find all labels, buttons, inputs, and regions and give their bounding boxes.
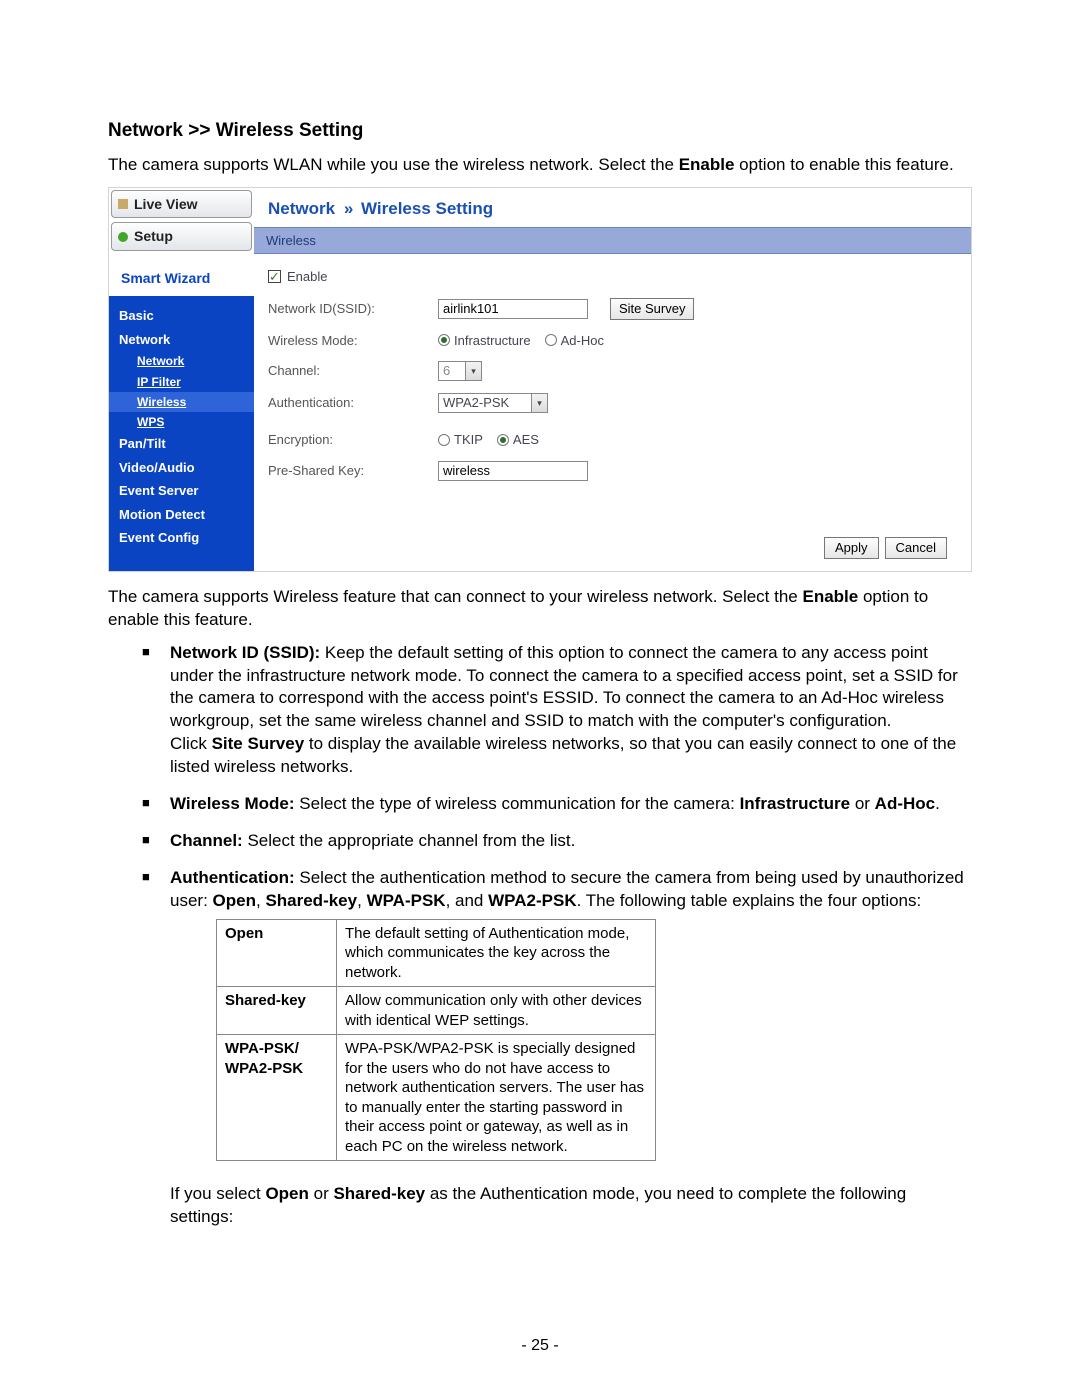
nav-pantilt[interactable]: Pan/Tilt xyxy=(109,432,254,456)
nav-eventconfig[interactable]: Event Config xyxy=(109,526,254,550)
auth-select[interactable]: WPA2-PSK▾ xyxy=(438,393,548,413)
breadcrumb: Network » Wireless Setting xyxy=(254,188,971,227)
chevron-down-icon: ▾ xyxy=(531,394,547,412)
cancel-button[interactable]: Cancel xyxy=(885,537,947,559)
table-cell: Open xyxy=(217,919,337,987)
nav-sub-network[interactable]: Network xyxy=(109,351,254,371)
enc-tkip-radio[interactable]: TKIP xyxy=(438,431,483,449)
chevron-down-icon: ▾ xyxy=(465,362,481,380)
nav-videoaudio[interactable]: Video/Audio xyxy=(109,456,254,480)
gear-icon xyxy=(118,232,128,242)
setup-button[interactable]: Setup xyxy=(111,222,252,251)
auth-table: Open The default setting of Authenticati… xyxy=(216,919,656,1162)
section-bar: Wireless xyxy=(254,227,971,255)
nav-motiondetect[interactable]: Motion Detect xyxy=(109,503,254,527)
psk-input[interactable] xyxy=(438,461,588,481)
psk-label: Pre-Shared Key: xyxy=(268,462,438,480)
ssid-label: Network ID(SSID): xyxy=(268,300,438,318)
nav-sub-ipfilter[interactable]: IP Filter xyxy=(109,372,254,392)
enable-checkbox[interactable] xyxy=(268,270,281,283)
mode-adhoc-radio[interactable]: Ad-Hoc xyxy=(545,332,604,350)
smart-wizard-link[interactable]: Smart Wizard xyxy=(109,253,254,296)
table-cell: Shared-key xyxy=(217,987,337,1035)
list-item: Wireless Mode: Select the type of wirele… xyxy=(142,793,972,830)
enc-aes-radio[interactable]: AES xyxy=(497,431,539,449)
ssid-input[interactable] xyxy=(438,299,588,319)
camera-icon xyxy=(118,199,128,209)
table-cell: WPA-PSK/WPA2-PSK xyxy=(217,1035,337,1161)
list-item: Channel: Select the appropriate channel … xyxy=(142,830,972,867)
nav-eventserver[interactable]: Event Server xyxy=(109,479,254,503)
mode-infra-radio[interactable]: Infrastructure xyxy=(438,332,531,350)
page-title: Network >> Wireless Setting xyxy=(108,118,972,144)
sidebar: Live View Setup Smart Wizard Basic Netwo… xyxy=(109,188,254,571)
nav-sub-wps[interactable]: WPS xyxy=(109,412,254,432)
mode-label: Wireless Mode: xyxy=(268,332,438,350)
config-panel: Live View Setup Smart Wizard Basic Netwo… xyxy=(108,187,972,572)
auth-label: Authentication: xyxy=(268,394,438,412)
list-item: Authentication: Select the authenticatio… xyxy=(142,867,972,1243)
mid-text: The camera supports Wireless feature tha… xyxy=(108,586,972,632)
nav-sub-wireless[interactable]: Wireless xyxy=(109,392,254,412)
table-cell: Allow communication only with other devi… xyxy=(337,987,656,1035)
closing-text: If you select Open or Shared-key as the … xyxy=(170,1183,972,1229)
apply-button[interactable]: Apply xyxy=(824,537,879,559)
live-view-button[interactable]: Live View xyxy=(111,190,252,219)
list-item: Network ID (SSID): Keep the default sett… xyxy=(142,642,972,794)
channel-label: Channel: xyxy=(268,362,438,380)
table-cell: WPA-PSK/WPA2-PSK is specially designed f… xyxy=(337,1035,656,1161)
intro-text: The camera supports WLAN while you use t… xyxy=(108,154,972,177)
site-survey-button[interactable]: Site Survey xyxy=(610,298,694,320)
channel-select[interactable]: 6▾ xyxy=(438,361,482,381)
nav-network[interactable]: Network xyxy=(109,328,254,352)
page-number: - 25 - xyxy=(0,1335,1080,1357)
table-cell: The default setting of Authentication mo… xyxy=(337,919,656,987)
content-pane: Network » Wireless Setting Wireless Enab… xyxy=(254,188,971,571)
feature-list: Network ID (SSID): Keep the default sett… xyxy=(142,642,972,1244)
enable-label: Enable xyxy=(287,268,327,286)
nav-basic[interactable]: Basic xyxy=(109,304,254,328)
encryption-label: Encryption: xyxy=(268,431,438,449)
nav-block: Basic Network Network IP Filter Wireless… xyxy=(109,296,254,570)
